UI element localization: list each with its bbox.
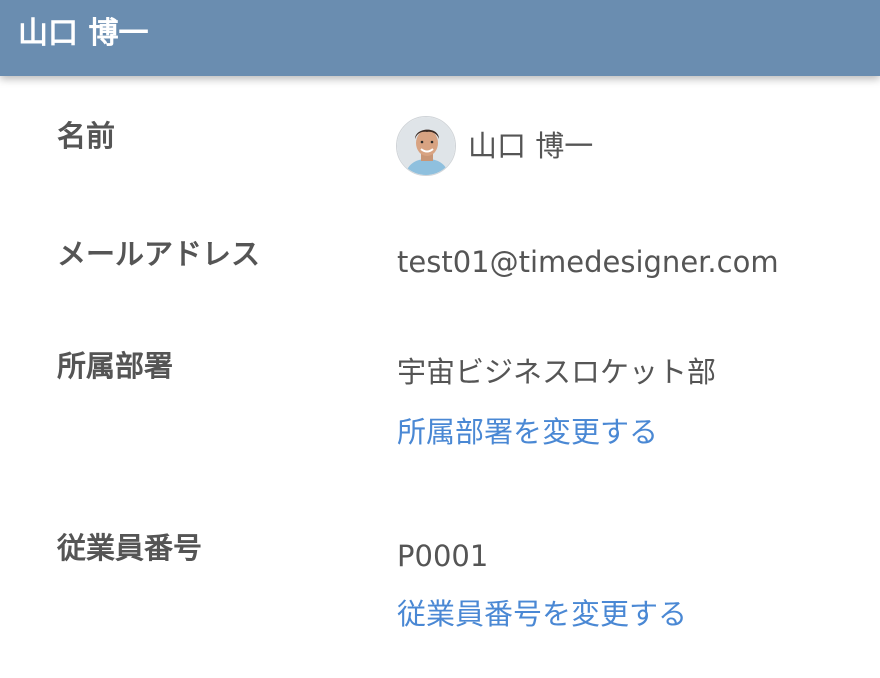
department-label: 所属部署 xyxy=(57,349,174,383)
profile-details: 名前 山口 博一 メールアドレス test01@timedesigner.com… xyxy=(0,76,880,678)
user-photo-icon xyxy=(397,117,455,175)
app-header: 山口 博一 xyxy=(0,0,880,76)
page-title: 山口 博一 xyxy=(18,16,149,51)
email-label: メールアドレス xyxy=(57,237,261,271)
department-value: 宇宙ビジネスロケット部 xyxy=(397,355,717,389)
name-label: 名前 xyxy=(57,119,116,153)
email-value: test01@timedesigner.com xyxy=(397,245,779,279)
change-employee-number-link[interactable]: 従業員番号を変更する xyxy=(397,595,687,633)
employee-number-value: P0001 xyxy=(397,539,489,573)
avatar xyxy=(396,116,456,176)
name-value: 山口 博一 xyxy=(468,129,594,163)
change-department-link[interactable]: 所属部署を変更する xyxy=(397,413,658,451)
employee-number-label: 従業員番号 xyxy=(57,531,203,565)
